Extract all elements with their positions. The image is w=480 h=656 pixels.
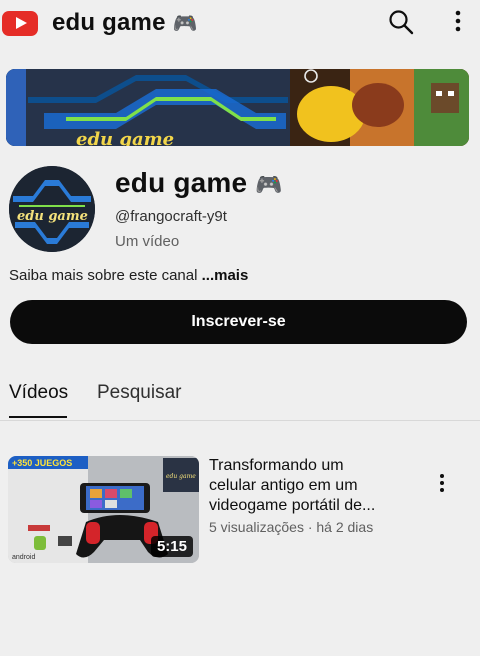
search-icon[interactable]: [388, 9, 414, 35]
avatar-text: edu game: [17, 209, 88, 224]
video-count: Um vídeo: [115, 233, 180, 250]
channel-handle: @frangocraft-y9t: [115, 208, 227, 225]
about-text: Saiba mais sobre este canal: [9, 267, 198, 284]
channel-tabs: Vídeos Pesquisar: [0, 360, 480, 422]
tabs-divider: [0, 420, 480, 421]
gamepad-emoji: 🎮: [172, 11, 198, 35]
youtube-logo-icon[interactable]: [2, 11, 38, 36]
top-app-bar: edu game 🎮: [0, 0, 480, 46]
channel-avatar[interactable]: edu game: [9, 166, 95, 252]
channel-name: edu game 🎮: [115, 167, 283, 199]
channel-about[interactable]: Saiba mais sobre este canal ...mais: [9, 267, 248, 284]
avatar-art: edu game: [9, 166, 95, 252]
about-more-link[interactable]: ...mais: [202, 267, 249, 284]
thumbnail-badge: +350 JUEGOS: [12, 458, 72, 468]
video-more-icon[interactable]: [434, 473, 450, 495]
more-vert-icon[interactable]: [446, 9, 470, 35]
banner-art: edu game: [6, 69, 469, 146]
banner-text: edu game: [76, 129, 174, 146]
video-title-line: Transformando um: [209, 457, 344, 474]
tab-search[interactable]: Pesquisar: [97, 382, 182, 404]
video-list-item[interactable]: +350 JUEGOS android edu game 5:15 Transf…: [0, 455, 480, 565]
tab-selected-indicator: [9, 416, 67, 418]
video-title-line: videogame portátil de...: [209, 497, 376, 514]
header-title: edu game 🎮: [52, 9, 198, 37]
video-thumbnail[interactable]: +350 JUEGOS android edu game 5:15: [8, 456, 199, 563]
thumbnail-channel-text: edu game: [166, 473, 196, 480]
channel-banner: edu game: [6, 69, 469, 146]
tab-videos[interactable]: Vídeos: [9, 382, 68, 404]
channel-name-text: edu game: [115, 167, 248, 198]
video-title-line: celular antigo em um: [209, 477, 358, 494]
video-title[interactable]: Transformando um celular antigo em um vi…: [209, 456, 419, 516]
header-title-text: edu game: [52, 9, 166, 36]
thumbnail-logo-text: android: [12, 554, 35, 561]
video-meta: 5 visualizações · há 2 dias: [209, 519, 374, 535]
gamepad-emoji: 🎮: [255, 173, 283, 198]
video-duration: 5:15: [150, 536, 193, 557]
subscribe-button[interactable]: Inscrever-se: [10, 300, 467, 344]
